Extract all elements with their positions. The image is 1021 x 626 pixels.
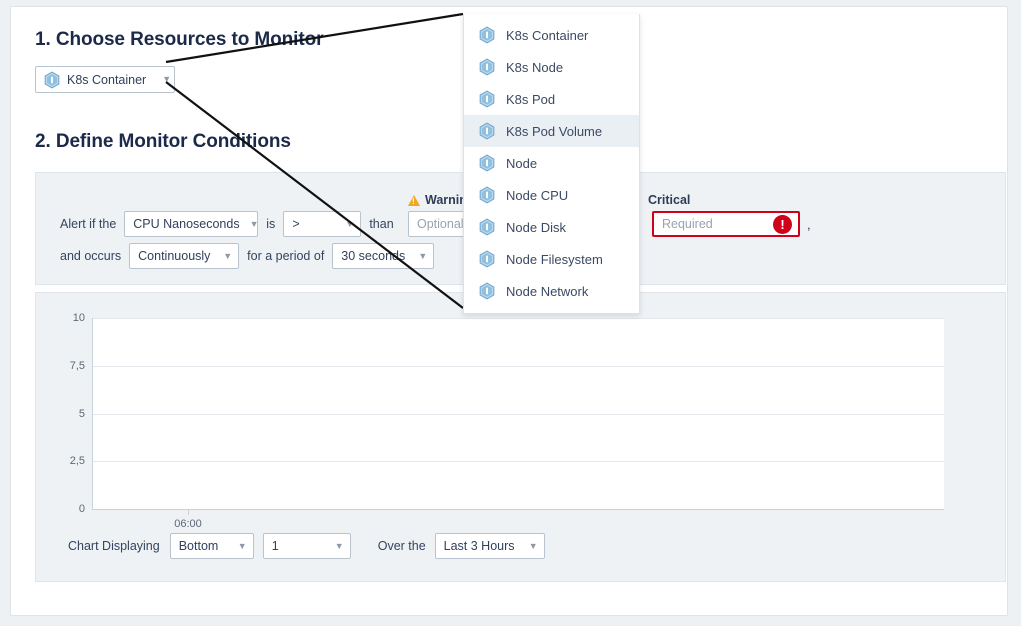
condition-row-occurrence: and occurs Continuously ▼ for a period o… (60, 243, 434, 269)
alert-if-label: Alert if the (60, 217, 116, 231)
dropdown-item[interactable]: K8s Container (464, 19, 639, 51)
chevron-down-icon: ▼ (519, 542, 538, 551)
dropdown-item[interactable]: K8s Pod (464, 83, 639, 115)
hexagon-info-icon (478, 250, 496, 268)
than-label: than (369, 217, 393, 231)
chart-gridline (93, 366, 944, 367)
dropdown-item-label: Node Disk (506, 220, 566, 235)
chart-gridline (93, 461, 944, 462)
resource-type-dropdown-menu[interactable]: K8s Container K8s Node K8s Pod K8s Pod Volu… (463, 14, 640, 314)
metric-select[interactable]: CPU Nanoseconds ▼ (124, 211, 258, 237)
operator-value: > (292, 217, 299, 231)
dropdown-item-label: Node CPU (506, 188, 568, 203)
dropdown-item[interactable]: Node Network (464, 275, 639, 307)
critical-column-header: Critical (648, 193, 690, 207)
hexagon-info-icon (478, 122, 496, 140)
operator-select[interactable]: > ▼ (283, 211, 361, 237)
and-occurs-label: and occurs (60, 249, 121, 263)
resource-type-value: K8s Container (67, 73, 146, 87)
hexagon-info-icon (478, 90, 496, 108)
chart-x-tick-mark (188, 509, 189, 515)
chart-controls-bar: Chart Displaying Bottom ▼ 1 ▼ Over the L… (68, 533, 545, 559)
condition-row-primary: Alert if the CPU Nanoseconds ▼ is > ▼ th… (60, 211, 394, 237)
chart-gridline (93, 318, 944, 319)
preview-chart-panel: 107,552,5006:00 Chart Displaying Bottom … (35, 292, 1006, 582)
chevron-down-icon: ▼ (240, 220, 259, 229)
dropdown-item[interactable]: Node Disk (464, 211, 639, 243)
resource-type-select[interactable]: K8s Container ▼ (35, 66, 175, 93)
chevron-down-icon: ▼ (325, 542, 344, 551)
critical-threshold-input[interactable]: Required ! (652, 211, 800, 237)
hexagon-info-icon (478, 218, 496, 236)
dropdown-item-label: Node Network (506, 284, 588, 299)
app-root: 1. Choose Resources to Monitor K8s Conta… (0, 0, 1021, 626)
occurrence-value: Continuously (138, 249, 210, 263)
chart-position-select[interactable]: Bottom ▼ (170, 533, 254, 559)
step-2-heading: 2. Define Monitor Conditions (35, 131, 291, 153)
chevron-down-icon: ▼ (152, 75, 171, 84)
chevron-down-icon: ▼ (408, 252, 427, 261)
hexagon-info-icon (478, 154, 496, 172)
chevron-down-icon: ▼ (213, 252, 232, 261)
dropdown-item-label: K8s Pod Volume (506, 124, 602, 139)
hexagon-info-icon (478, 58, 496, 76)
dropdown-item-label: K8s Container (506, 28, 588, 43)
hexagon-info-icon (478, 26, 496, 44)
chart-y-tick-label: 7,5 (70, 360, 85, 372)
critical-label: Critical (648, 193, 690, 207)
chart-count-value: 1 (272, 539, 279, 553)
chart-gridline (93, 414, 944, 415)
over-the-label: Over the (378, 539, 426, 553)
dropdown-item[interactable]: Node Filesystem (464, 243, 639, 275)
chart-displaying-label: Chart Displaying (68, 539, 160, 553)
chart-time-range-value: Last 3 Hours (444, 539, 515, 553)
chart-plot-area: 107,552,5006:00 (92, 318, 944, 510)
period-select[interactable]: 30 seconds ▼ (332, 243, 434, 269)
chart-x-tick-label: 06:00 (174, 518, 202, 530)
error-exclamation-icon: ! (773, 215, 792, 234)
dropdown-item-label: Node (506, 156, 537, 171)
step-1-heading: 1. Choose Resources to Monitor (35, 29, 323, 51)
chart-count-select[interactable]: 1 ▼ (263, 533, 351, 559)
chart-y-tick-label: 10 (73, 312, 85, 324)
dropdown-item[interactable]: Node (464, 147, 639, 179)
chart-y-tick-label: 2,5 (70, 455, 85, 467)
chevron-down-icon: ▼ (335, 220, 354, 229)
chevron-down-icon: ▼ (228, 542, 247, 551)
dropdown-item-label: Node Filesystem (506, 252, 603, 267)
chart-position-value: Bottom (179, 539, 219, 553)
period-value: 30 seconds (341, 249, 405, 263)
hexagon-info-icon (478, 282, 496, 300)
metric-value: CPU Nanoseconds (133, 217, 239, 231)
threshold-separator: , (807, 217, 811, 232)
for-a-period-of-label: for a period of (247, 249, 324, 263)
critical-threshold-placeholder: Required (662, 217, 713, 231)
chart-y-tick-label: 5 (79, 408, 85, 420)
warning-triangle-icon (408, 195, 420, 206)
hexagon-info-icon (43, 71, 61, 89)
dropdown-item[interactable]: Node CPU (464, 179, 639, 211)
warning-threshold-placeholder: Optional (417, 217, 464, 231)
dropdown-item[interactable]: K8s Node (464, 51, 639, 83)
chart-y-tick-label: 0 (79, 503, 85, 515)
dropdown-item-label: K8s Pod (506, 92, 555, 107)
dropdown-item-label: K8s Node (506, 60, 563, 75)
is-label: is (266, 217, 275, 231)
occurrence-select[interactable]: Continuously ▼ (129, 243, 239, 269)
hexagon-info-icon (478, 186, 496, 204)
chart-time-range-select[interactable]: Last 3 Hours ▼ (435, 533, 545, 559)
dropdown-item[interactable]: K8s Pod Volume (464, 115, 639, 147)
